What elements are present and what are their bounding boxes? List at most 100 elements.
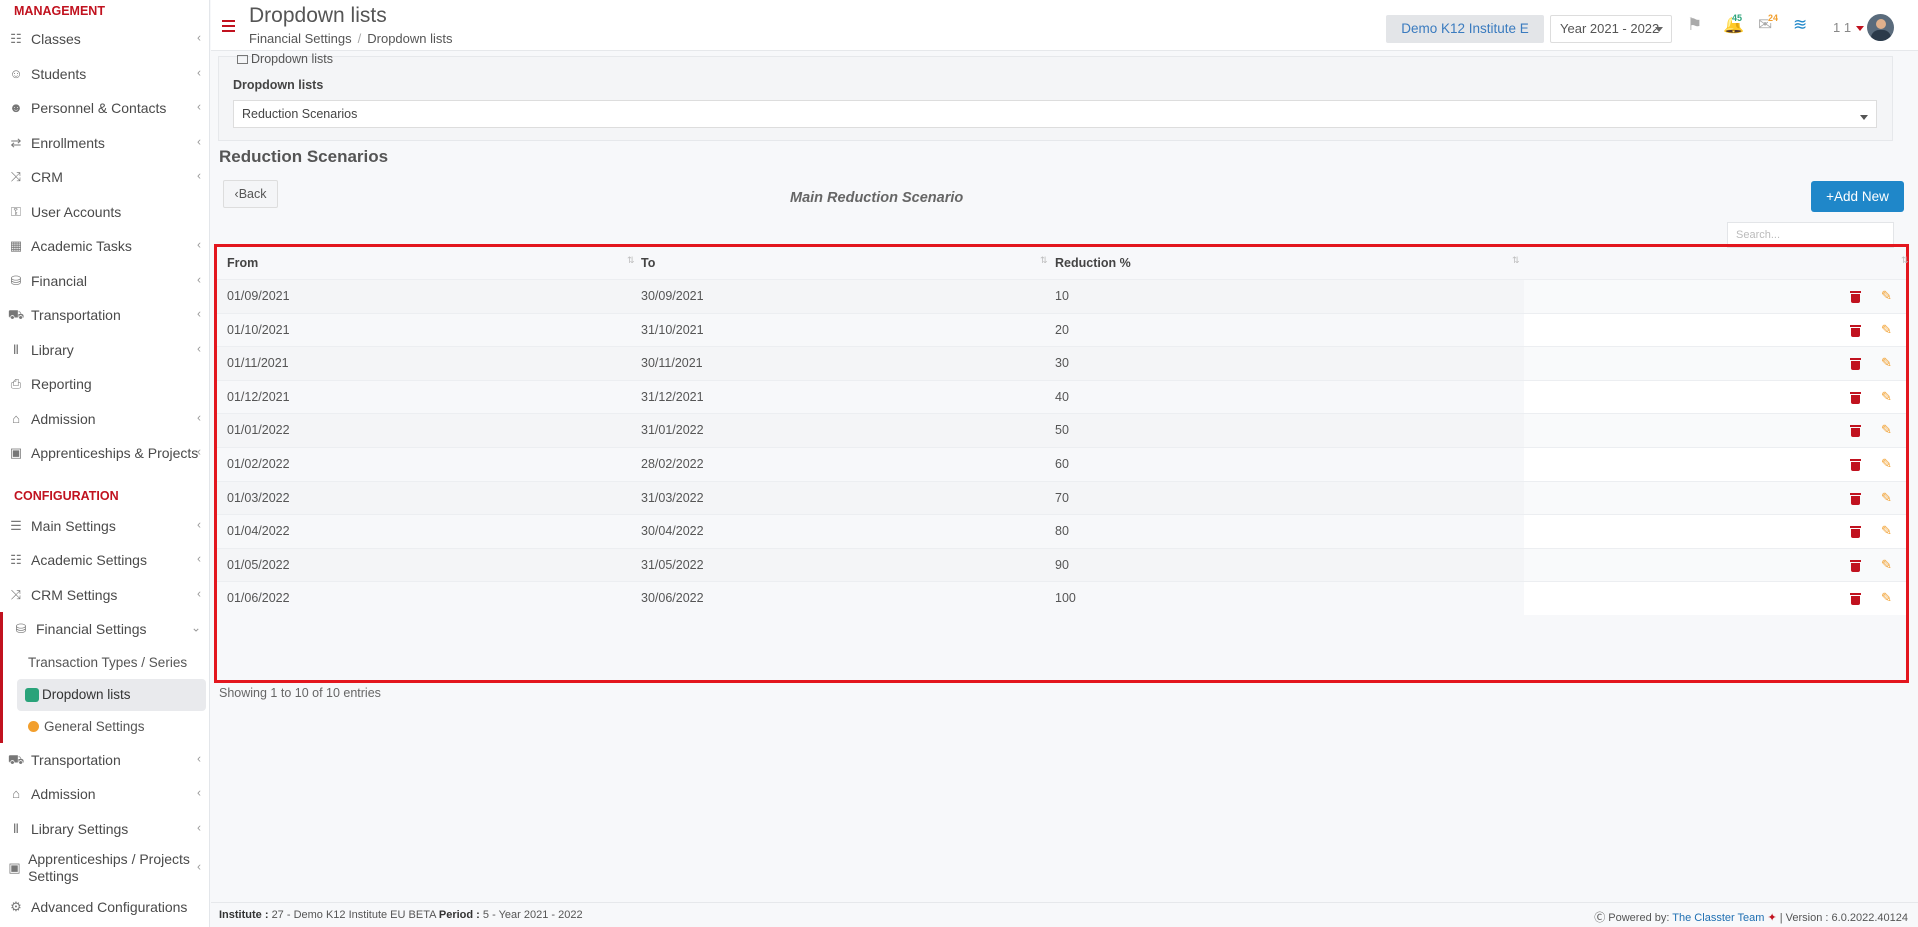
column-header-reduction[interactable]: Reduction % xyxy=(1055,256,1131,270)
back-button[interactable]: ‹Back xyxy=(223,180,278,208)
sidebar-item-financial-settings[interactable]: ⛁ Financial Settings ⌄ xyxy=(3,612,209,647)
sidebar-item-label: Enrollments xyxy=(31,134,105,151)
column-header-from[interactable]: From xyxy=(227,256,258,270)
sliders-icon: ☰ xyxy=(10,517,22,533)
sidebar-item-label: CRM xyxy=(31,169,63,186)
section-title: Reduction Scenarios xyxy=(219,147,389,166)
sidebar-item-classes[interactable]: ☷ Classes ‹ xyxy=(0,22,209,57)
pencil-icon[interactable]: ✎ xyxy=(1881,355,1892,371)
trash-icon[interactable] xyxy=(1850,559,1861,572)
sidebar-item-library-settings[interactable]: Ⅱ Library Settings ‹ xyxy=(0,812,209,847)
chevron-left-icon: ‹ xyxy=(197,65,201,80)
sort-icon[interactable]: ⇅ xyxy=(1512,255,1519,266)
sidebar-item-crm[interactable]: ⤨ CRM ‹ xyxy=(0,160,209,195)
year-select[interactable]: Year 2021 - 2022 xyxy=(1550,15,1672,43)
sidebar-item-label: Library Settings xyxy=(31,820,129,837)
sidebar-item-academic-settings[interactable]: ☷ Academic Settings ‹ xyxy=(0,543,209,578)
configuration-nav-top: ☰ Main Settings ‹ ☷ Academic Settings ‹ ⤨ CRM S… xyxy=(0,509,209,613)
pencil-icon[interactable]: ✎ xyxy=(1881,322,1892,338)
trash-icon[interactable] xyxy=(1850,424,1861,438)
top-header: Dropdown lists Financial Settings / Dropdo… xyxy=(211,0,1918,51)
sidebar-item-financial[interactable]: ⛁ Financial ‹ xyxy=(0,264,209,299)
user-number: 1 1 xyxy=(1833,20,1852,35)
cell-from: 01/11/2021 xyxy=(227,356,289,371)
classter-logo-icon: ✦ xyxy=(1767,912,1777,924)
pencil-icon[interactable]: ✎ xyxy=(1881,456,1892,472)
avatar[interactable] xyxy=(1867,14,1894,41)
footer-team-link[interactable]: The Classter Team xyxy=(1672,912,1764,924)
sidebar-subitem-dropdown-lists[interactable]: Dropdown lists xyxy=(17,678,206,711)
add-new-button[interactable]: +Add New xyxy=(1811,181,1904,212)
sidebar-item-apprenticeships-projects[interactable]: ▣ Apprenticeships & Projects ‹ xyxy=(0,436,209,471)
chevron-left-icon: ‹ xyxy=(197,237,201,252)
trash-icon[interactable] xyxy=(1850,324,1861,337)
sidebar-subitem-transaction-types[interactable]: Transaction Types / Series xyxy=(3,647,209,679)
cell-to: 31/01/2022 xyxy=(641,423,704,438)
sidebar-item-label: Transportation xyxy=(31,751,121,768)
sidebar-item-label: CRM Settings xyxy=(31,586,118,603)
sidebar-item-library[interactable]: Ⅱ Library ‹ xyxy=(0,333,209,368)
sidebar-item-enrollments[interactable]: ⇄ Enrollments ‹ xyxy=(0,126,209,161)
sidebar-item-apprenticeships-projects-settings[interactable]: ▣ Apprenticeships / Projects Settings ‹ xyxy=(0,846,209,890)
cell-to: 31/12/2021 xyxy=(641,389,704,404)
sidebar-item-personnel-contacts[interactable]: ☻ Personnel & Contacts ‹ xyxy=(0,91,209,126)
cell-to: 31/05/2022 xyxy=(641,557,704,572)
sidebar-item-reporting[interactable]: ⎙ Reporting xyxy=(0,367,209,402)
table-row: 01/03/2022 31/03/2022 70 ✎ xyxy=(217,480,1906,515)
pencil-icon[interactable]: ✎ xyxy=(1881,288,1892,304)
card-tab-label: Dropdown lists xyxy=(251,52,333,66)
sidebar-item-advanced-configurations[interactable]: ⚙ Advanced Configurations xyxy=(0,890,209,925)
trash-icon[interactable] xyxy=(1850,525,1861,539)
hamburger-menu-icon[interactable] xyxy=(222,20,235,35)
sidebar-item-main-settings[interactable]: ☰ Main Settings ‹ xyxy=(0,509,209,544)
caret-down-icon xyxy=(1655,27,1663,32)
sidebar-subitem-general-settings[interactable]: General Settings xyxy=(3,711,209,743)
column-header-to[interactable]: To xyxy=(641,256,655,270)
breadcrumb-item[interactable]: Financial Settings xyxy=(249,31,352,46)
trash-icon[interactable] xyxy=(1850,492,1861,505)
trash-icon[interactable] xyxy=(1850,391,1861,404)
chevron-left-icon: ‹ xyxy=(197,410,201,425)
cell-to: 30/06/2022 xyxy=(641,591,704,606)
printer-icon: ⎙ xyxy=(10,376,22,392)
footer-info: Institute : 27 - Demo K12 Institute EU B… xyxy=(219,909,583,921)
sort-icon[interactable]: ⇅ xyxy=(1901,255,1908,266)
chevron-left-icon: ‹ xyxy=(197,586,201,601)
trash-icon[interactable] xyxy=(1850,592,1861,606)
sort-icon[interactable]: ⇅ xyxy=(627,255,634,266)
sidebar-item-user-accounts[interactable]: ⚿ User Accounts xyxy=(0,195,209,230)
pencil-icon[interactable]: ✎ xyxy=(1881,557,1892,573)
caret-down-icon[interactable] xyxy=(1856,26,1864,31)
chevron-left-icon: ‹ xyxy=(197,444,201,459)
bus-icon: ⛟ xyxy=(7,307,25,323)
pencil-icon[interactable]: ✎ xyxy=(1881,590,1892,606)
institute-button[interactable]: Demo K12 Institute E xyxy=(1386,15,1544,43)
cell-from: 01/10/2021 xyxy=(227,322,290,337)
sidebar-item-admission[interactable]: ⌂ Admission ‹ xyxy=(0,402,209,437)
cell-reduction: 70 xyxy=(1055,490,1069,505)
trash-icon[interactable] xyxy=(1850,458,1861,471)
trash-icon[interactable] xyxy=(1850,357,1861,371)
pencil-icon[interactable]: ✎ xyxy=(1881,523,1892,539)
reduction-table: From ⇅ To ⇅ Reduction % ⇅ ⇅ 01/09/2021 30… xyxy=(214,244,1909,683)
pencil-icon[interactable]: ✎ xyxy=(1881,389,1892,405)
sidebar-item-label: Classes xyxy=(31,31,81,48)
pencil-icon[interactable]: ✎ xyxy=(1881,490,1892,506)
sort-icon[interactable]: ⇅ xyxy=(1040,255,1047,266)
sidebar-item-admission[interactable]: ⌂ Admission ‹ xyxy=(0,777,209,812)
dropdown-list-select[interactable]: Reduction Scenarios xyxy=(233,100,1877,128)
sidebar-item-transportation[interactable]: ⛟ Transportation ‹ xyxy=(0,298,209,333)
sidebar-item-label: Academic Settings xyxy=(31,552,147,569)
footer-institute-value: 27 - Demo K12 Institute EU BETA xyxy=(271,909,436,921)
footer-period-value: 5 - Year 2021 - 2022 xyxy=(482,909,583,921)
sidebar-item-crm-settings[interactable]: ⤨ CRM Settings ‹ xyxy=(0,578,209,613)
dropdown-lists-card: Dropdown lists Dropdown lists Reduction … xyxy=(218,52,1893,141)
pencil-icon[interactable]: ✎ xyxy=(1881,422,1892,438)
layers-icon[interactable]: ≋ xyxy=(1793,15,1807,35)
table-row: 01/11/2021 30/11/2021 30 ✎ xyxy=(217,346,1906,380)
flag-icon[interactable]: ⚑ xyxy=(1687,15,1702,35)
sidebar-item-academic-tasks[interactable]: ▦ Academic Tasks ‹ xyxy=(0,229,209,264)
trash-icon[interactable] xyxy=(1850,290,1861,303)
sidebar-item-students[interactable]: ☺ Students ‹ xyxy=(0,57,209,92)
sidebar-item-transportation[interactable]: ⛟ Transportation ‹ xyxy=(0,743,209,778)
